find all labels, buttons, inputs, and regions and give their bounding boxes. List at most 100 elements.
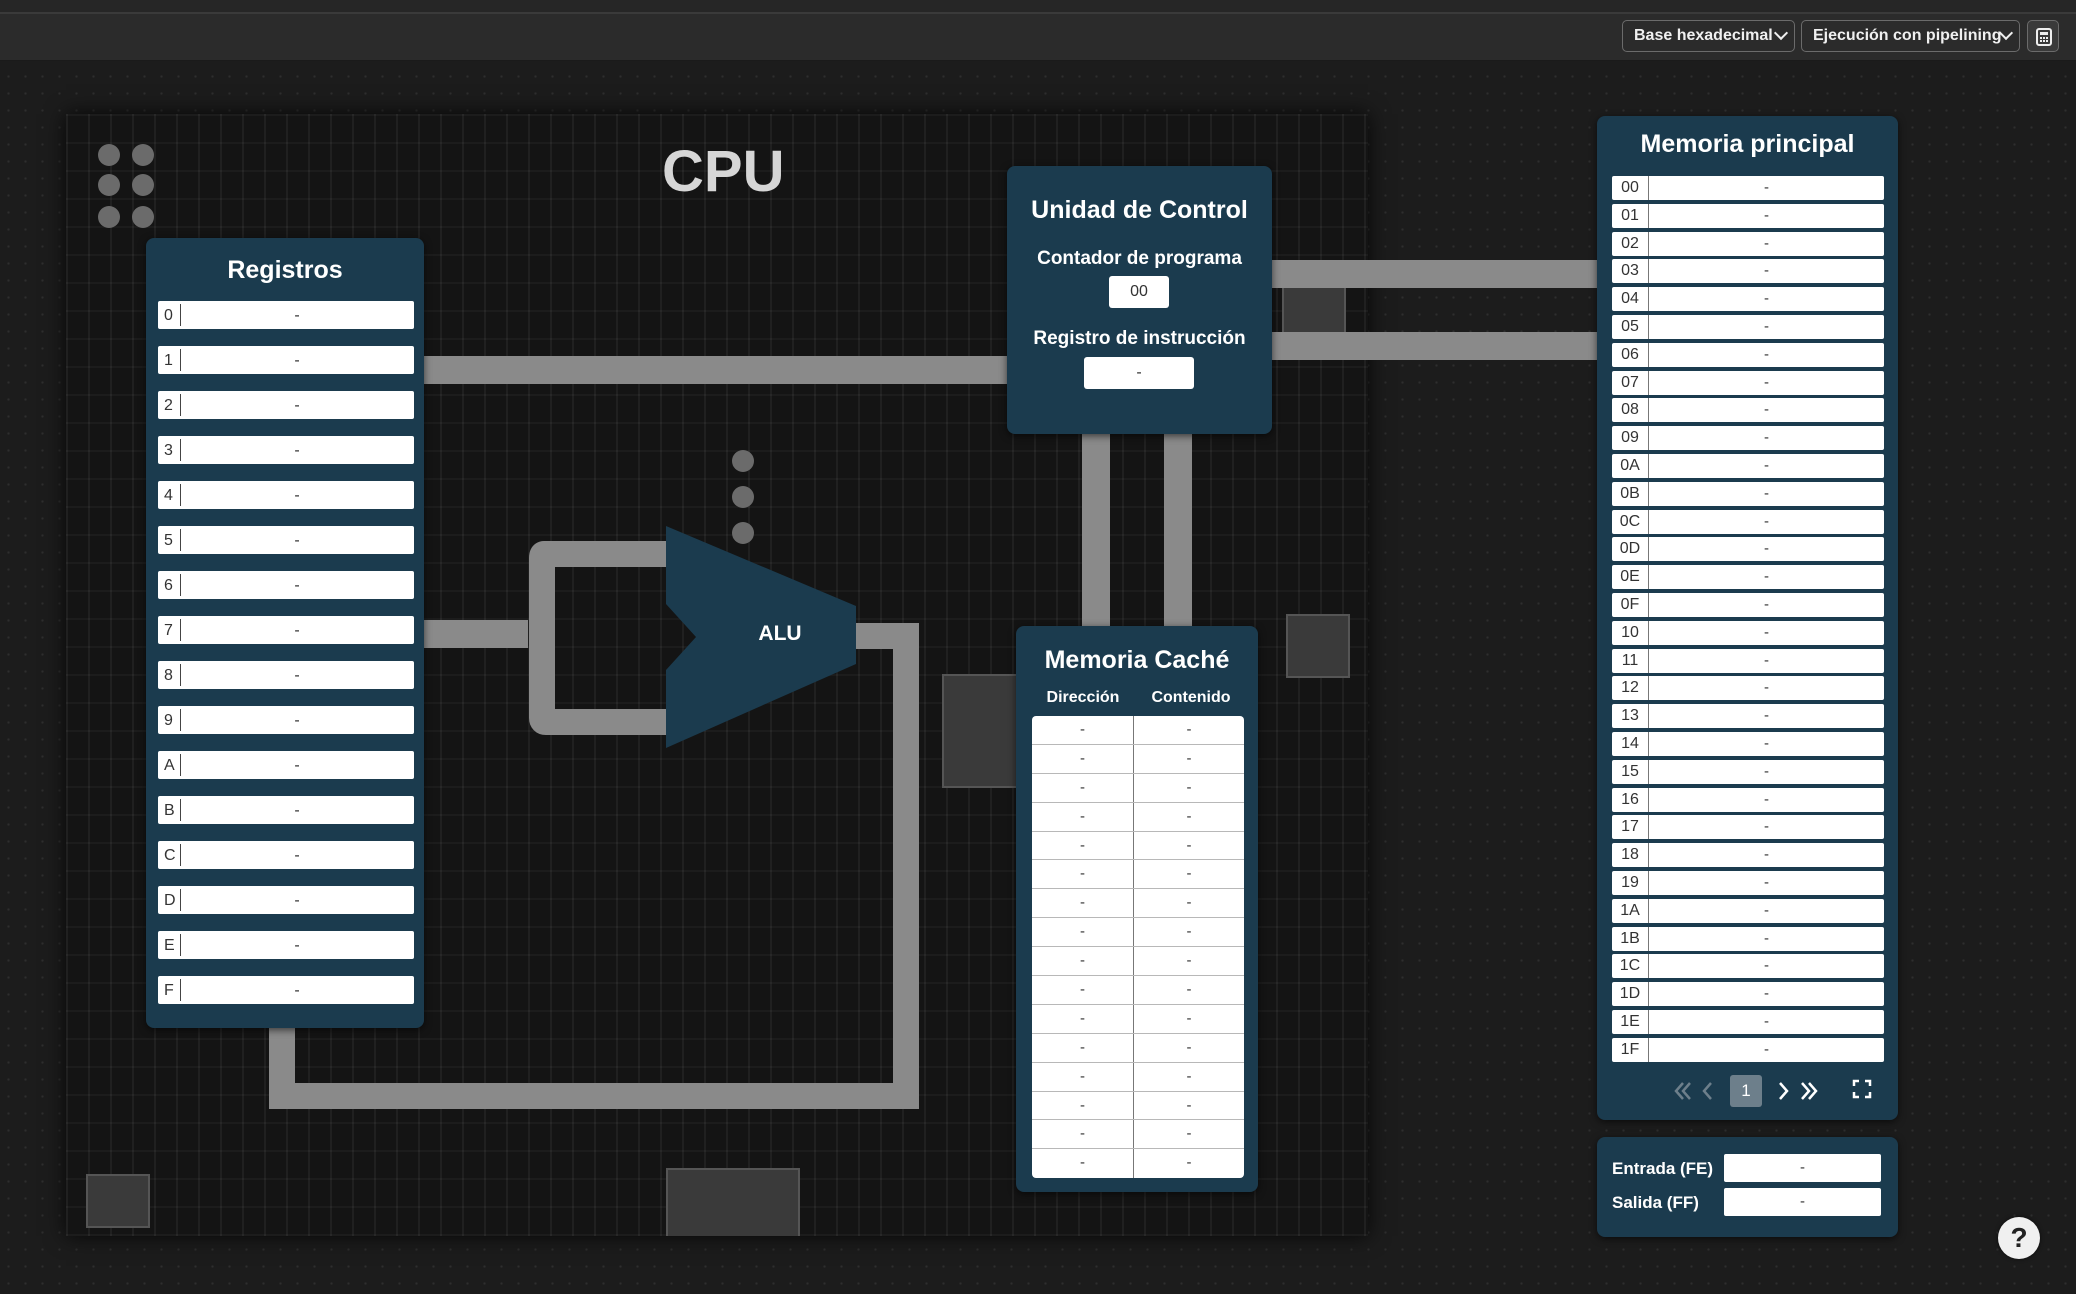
memory-address: 1A (1612, 898, 1649, 923)
cache-address-cell: - (1032, 1004, 1134, 1033)
main-memory-title: Memoria principal (1640, 130, 1855, 158)
control-unit-title: Unidad de Control (1031, 196, 1248, 224)
memory-row: 12 - (1612, 676, 1884, 701)
memory-row: 18 - (1612, 843, 1884, 868)
memory-row: 04 - (1612, 287, 1884, 312)
cache-content-cell: - (1186, 923, 1192, 941)
cache-row: -- (1032, 773, 1244, 803)
prev-page-icon[interactable] (1700, 1078, 1716, 1104)
help-button[interactable]: ? (1998, 1217, 2040, 1259)
cache-content-cell: - (1186, 807, 1192, 825)
cache-content-cell: - (1186, 749, 1192, 767)
register-row: E- (158, 931, 414, 959)
cache-col-address: Dirección (1046, 689, 1120, 706)
memory-value: - (1764, 623, 1769, 641)
memory-address: 19 (1612, 871, 1649, 895)
cache-address-cell: - (1032, 918, 1134, 947)
io-panel: Entrada (FE) - Salida (FF) - (1597, 1137, 1898, 1237)
register-value: - (294, 667, 300, 684)
register-value: - (294, 487, 300, 504)
memory-row: 19 - (1612, 871, 1884, 895)
first-page-icon[interactable] (1672, 1078, 1694, 1104)
page-number[interactable]: 1 (1730, 1075, 1762, 1107)
register-value: - (294, 622, 300, 639)
cache-content-cell: - (1186, 865, 1192, 883)
register-index: 9 (164, 712, 173, 729)
memory-value: - (1764, 596, 1769, 613)
instruction-register-field: - (1084, 357, 1194, 389)
memory-address: 0E (1612, 565, 1649, 590)
memory-row: 1B - (1612, 926, 1884, 951)
cache-address-cell: - (1032, 831, 1134, 860)
memory-value: - (1764, 1013, 1769, 1030)
memory-value: - (1764, 457, 1769, 474)
memory-value: - (1764, 568, 1769, 586)
memory-address: 14 (1612, 732, 1649, 756)
register-index: 6 (164, 577, 173, 594)
register-row: 5- (158, 526, 414, 554)
register-index: 3 (164, 442, 173, 459)
memory-address: 17 (1612, 815, 1649, 840)
register-index: 0 (164, 307, 173, 324)
register-row: 0- (158, 301, 414, 329)
memory-value: - (1764, 484, 1769, 502)
memory-address: 15 (1612, 759, 1649, 784)
toolbar: Base hexadecimal Ejecución con pipelinin… (0, 14, 2076, 61)
memory-row: 1C - (1612, 954, 1884, 979)
memory-row: 16 - (1612, 787, 1884, 812)
memory-row: 13 - (1612, 704, 1884, 729)
memory-value: - (1764, 874, 1769, 891)
memory-address: 11 (1612, 648, 1649, 673)
output-label: Salida (FF) (1612, 1193, 1699, 1212)
calculator-button[interactable] (2027, 20, 2059, 52)
next-page-icon[interactable] (1776, 1078, 1792, 1104)
cache-content-cell: - (1186, 1067, 1192, 1085)
memory-address: 0D (1612, 537, 1649, 562)
memory-address: 01 (1612, 203, 1649, 228)
bus-control-memory-1 (1270, 260, 1598, 288)
register-index: D (164, 892, 176, 909)
register-row: 1- (158, 346, 414, 374)
register-row: B- (158, 796, 414, 824)
cache-row: -- (1032, 976, 1244, 1005)
memory-row: 0B - (1612, 481, 1884, 506)
register-index: 5 (164, 532, 173, 549)
base-select[interactable]: Base hexadecimal (1622, 20, 1795, 52)
memory-value: - (1764, 929, 1769, 947)
mode-select[interactable]: Ejecución con pipelining (1801, 20, 2020, 52)
cache-title: Memoria Caché (1044, 646, 1230, 674)
input-field[interactable]: - (1724, 1154, 1881, 1182)
fullscreen-icon[interactable] (1852, 1079, 1872, 1099)
memory-row: 17 - (1612, 815, 1884, 840)
memory-address: 12 (1612, 676, 1649, 701)
memory-address: 0B (1612, 481, 1649, 506)
program-counter-field: 00 (1109, 276, 1169, 308)
memory-row: 10 - (1612, 620, 1884, 645)
memory-row: 0E - (1612, 565, 1884, 590)
help-icon: ? (2010, 1222, 2028, 1253)
memory-address: 09 (1612, 426, 1649, 451)
memory-address: 08 (1612, 398, 1649, 423)
cache-content-cell: - (1186, 981, 1192, 999)
memory-value: - (1764, 262, 1769, 280)
register-value: - (294, 397, 300, 414)
last-page-icon[interactable] (1798, 1078, 1820, 1104)
registers-panel: Registros 0-1-2-3-4-5-6-7-8-9-A-B-C-D-E-… (146, 238, 424, 1028)
memory-value: - (1764, 345, 1769, 363)
cache-content-cell: - (1186, 778, 1192, 796)
cache-row: -- (1032, 1033, 1244, 1063)
memory-value: - (1764, 901, 1769, 919)
bus-control-memory-2 (1270, 332, 1598, 360)
memory-address: 00 (1612, 176, 1649, 200)
memory-row: 05 - (1612, 315, 1884, 339)
cache-content-cell: - (1186, 1154, 1192, 1172)
cache-row: -- (1032, 860, 1244, 890)
memory-address: 1D (1612, 982, 1649, 1007)
memory-address: 0A (1612, 454, 1649, 478)
memory-row: 14 - (1612, 732, 1884, 756)
memory-address: 07 (1612, 370, 1649, 395)
memory-row: 1E - (1612, 1010, 1884, 1034)
memory-row: 1F - (1612, 1037, 1884, 1062)
memory-address: 0C (1612, 509, 1649, 534)
memory-address: 1B (1612, 926, 1649, 951)
